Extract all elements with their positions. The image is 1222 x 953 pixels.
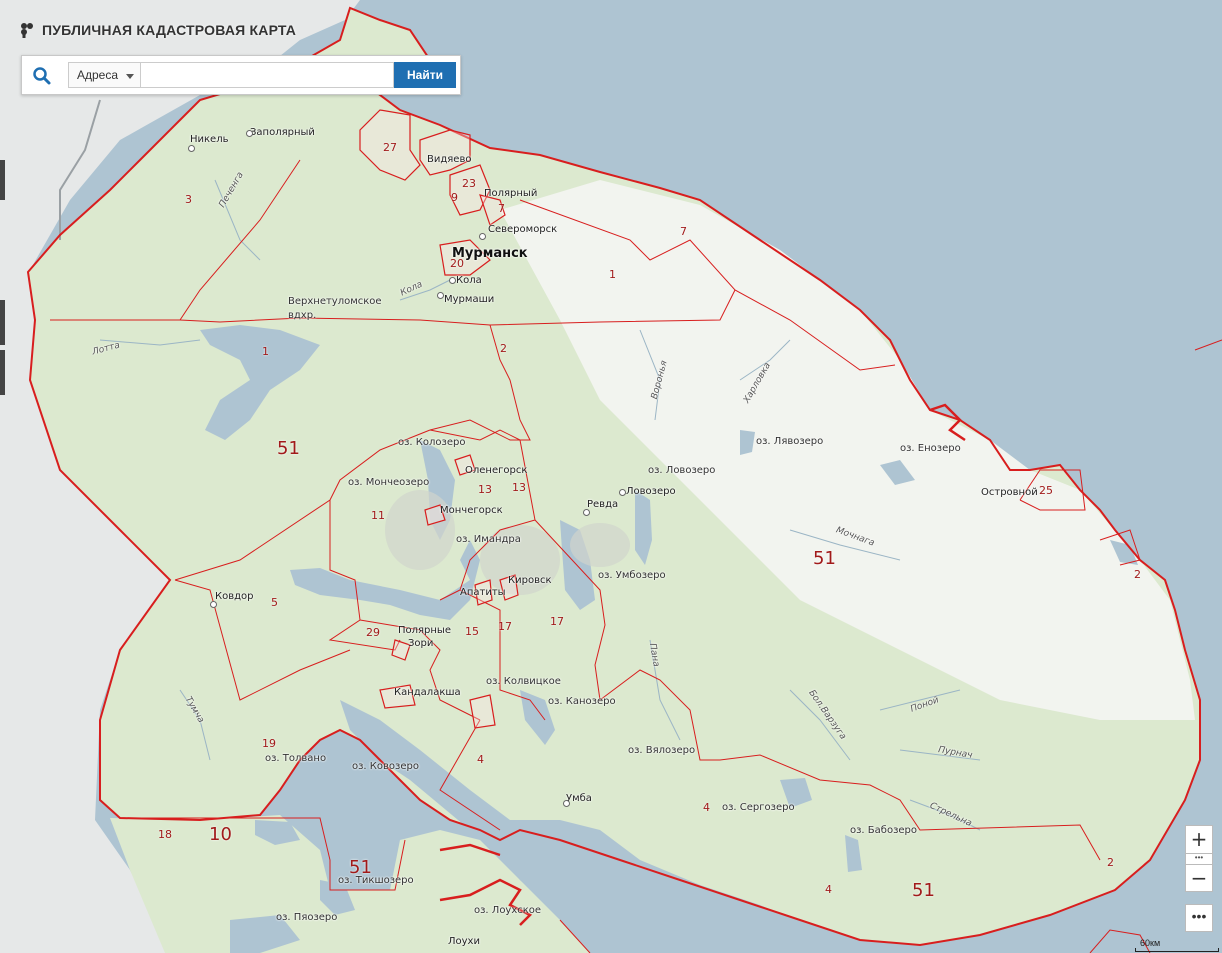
settlement-dot [188, 145, 195, 152]
khibiny-relief [385, 490, 455, 570]
more-options-button[interactable]: ••• [1185, 904, 1213, 932]
settlement-dot [479, 233, 486, 240]
plus-icon: + [1190, 827, 1208, 851]
find-button[interactable]: Найти [394, 62, 456, 88]
search-panel: Адреса Найти [21, 55, 461, 95]
left-edge-tab[interactable] [0, 160, 5, 200]
scale-label: 60км [1140, 938, 1161, 948]
cadastral-map[interactable]: Мурманск Никель Заполярный Печенга Видяе… [0, 0, 1222, 953]
settlement-dot [437, 292, 444, 299]
settlement-dot [210, 601, 217, 608]
search-icon[interactable] [32, 66, 52, 86]
khibiny-relief-east [480, 525, 560, 595]
left-edge-tab[interactable] [0, 300, 5, 345]
search-type-dropdown[interactable]: Адреса [68, 62, 140, 88]
app-header: ПУБЛИЧНАЯ КАДАСТРОВАЯ КАРТА [20, 22, 296, 38]
left-edge-tab[interactable] [0, 350, 5, 395]
settlement-dot [449, 277, 456, 284]
settlement-dot [583, 509, 590, 516]
settlement-dot [619, 489, 626, 496]
lovozero-tundra-relief [570, 523, 630, 567]
chevron-down-icon [126, 74, 134, 79]
search-input[interactable] [140, 62, 394, 88]
search-type-value: Адреса [77, 68, 119, 82]
scale-bar [1135, 948, 1219, 952]
minus-icon: − [1190, 866, 1208, 890]
settlement-dot [246, 130, 253, 137]
zoom-in-button[interactable]: + [1185, 825, 1213, 855]
zoom-out-button[interactable]: − [1185, 864, 1213, 892]
app-title: ПУБЛИЧНАЯ КАДАСТРОВАЯ КАРТА [42, 22, 297, 38]
map-canvas[interactable] [0, 0, 1222, 953]
pkk-logo-icon [21, 23, 33, 38]
settlement-dot [563, 800, 570, 807]
